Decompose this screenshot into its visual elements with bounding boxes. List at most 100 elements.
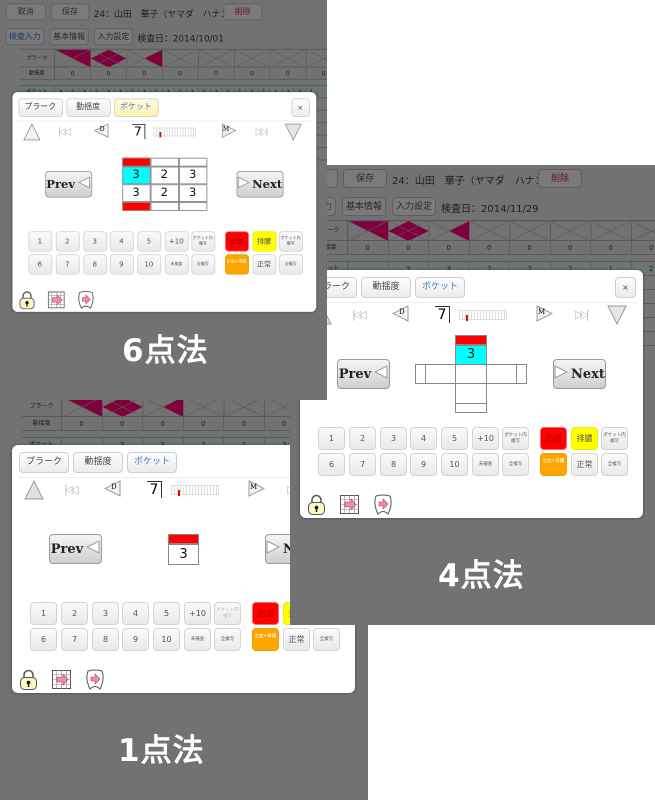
pus-button[interactable]: 排膿 <box>252 231 276 252</box>
key-4[interactable]: 4 <box>109 231 134 252</box>
tab-basic-info[interactable]: 基本情報 <box>342 197 386 216</box>
site-cell-bottom[interactable] <box>455 383 487 404</box>
mobility-cell[interactable]: 0 <box>632 241 655 255</box>
tab-basic-info[interactable]: 基本情報 <box>49 28 89 46</box>
not-examined-button[interactable]: 未検査 <box>184 628 211 651</box>
mobility-cell[interactable]: 0 <box>551 241 591 255</box>
site-cell[interactable]: 3 <box>121 166 151 185</box>
site-strip-bottom[interactable] <box>455 403 487 413</box>
mobility-cell[interactable]: 0 <box>62 417 103 431</box>
key-10[interactable]: 10 <box>136 254 161 275</box>
mobility-cell[interactable]: 0 <box>470 241 510 255</box>
tab-plaque[interactable]: プラーク <box>19 452 69 473</box>
not-examined-button[interactable]: 未検査 <box>472 453 499 476</box>
key-plus-10[interactable]: +10 <box>472 427 499 450</box>
lock-icon[interactable] <box>307 494 326 519</box>
site-strip-top[interactable] <box>150 157 179 167</box>
tab-input-settings[interactable]: 入力設定 <box>392 197 436 216</box>
plaque-tooth[interactable] <box>162 49 199 68</box>
copy-all-button[interactable]: 全複写 <box>214 628 241 651</box>
site-cell[interactable]: 2 <box>150 184 179 203</box>
site-cell[interactable]: 3 <box>168 544 199 565</box>
plaque-tooth[interactable] <box>102 397 144 417</box>
tab-mobility[interactable]: 動揺度 <box>361 277 411 298</box>
plaque-tooth[interactable] <box>142 397 184 417</box>
key-2[interactable]: 2 <box>55 231 80 252</box>
site-cell[interactable]: 2 <box>150 166 179 185</box>
skip-first-icon[interactable]: |◁◁ <box>352 308 367 321</box>
plaque-tooth[interactable] <box>348 221 389 241</box>
plaque-tooth[interactable] <box>234 49 271 68</box>
key-3[interactable]: 3 <box>82 231 107 252</box>
prev-button[interactable]: Prev <box>337 359 390 389</box>
bleeding-button[interactable]: 出血 <box>224 231 249 252</box>
plaque-tooth[interactable] <box>183 397 225 417</box>
mobility-cell[interactable]: 0 <box>510 241 551 255</box>
site-strip-top[interactable] <box>178 157 207 167</box>
key-6[interactable]: 6 <box>27 254 52 275</box>
mobility-cell[interactable]: 0 <box>184 417 224 431</box>
key-6[interactable]: 6 <box>318 453 345 476</box>
next-tooth-mesial-button[interactable]: M <box>221 123 237 139</box>
mobility-cell[interactable]: 0 <box>348 241 389 255</box>
plaque-tooth[interactable] <box>90 49 127 68</box>
tab-plaque[interactable]: プラーク <box>18 98 63 117</box>
tooth-map-indicator[interactable] <box>152 127 196 138</box>
plaque-tooth[interactable] <box>62 397 103 417</box>
not-examined-button[interactable]: 未検査 <box>164 254 189 275</box>
site-cell[interactable]: 3 <box>121 184 151 203</box>
key-1[interactable]: 1 <box>27 231 52 252</box>
bleeding-button[interactable]: 出血 <box>252 602 279 625</box>
key-7[interactable]: 7 <box>55 254 80 275</box>
chart-grid-icon[interactable] <box>52 670 71 693</box>
site-strip-right[interactable] <box>516 364 527 384</box>
close-button[interactable]: × <box>291 98 310 117</box>
copy-all-button[interactable]: 全複写 <box>502 453 529 476</box>
site-strip-top[interactable] <box>455 335 487 345</box>
save-button[interactable]: 保存 <box>343 169 387 188</box>
mobility-cell[interactable]: 0 <box>224 417 265 431</box>
next-quadrant-down-icon[interactable] <box>284 123 302 144</box>
key-plus-10[interactable]: +10 <box>184 602 211 625</box>
key-1[interactable]: 1 <box>30 602 57 625</box>
lock-icon[interactable] <box>19 669 38 694</box>
status-pocket-copy-button[interactable]: ポケット内複写 <box>278 231 303 252</box>
key-5[interactable]: 5 <box>441 427 468 450</box>
key-plus-10[interactable]: +10 <box>164 231 189 252</box>
lock-icon[interactable] <box>18 291 35 313</box>
plaque-tooth[interactable] <box>388 221 430 241</box>
plaque-tooth[interactable] <box>198 49 235 68</box>
next-tooth-mesial-button[interactable]: M <box>536 305 554 323</box>
plaque-tooth[interactable] <box>126 49 163 68</box>
key-4[interactable]: 4 <box>122 602 149 625</box>
site-cell-right[interactable] <box>486 364 517 384</box>
mobility-cell[interactable]: 0 <box>103 417 143 431</box>
key-2[interactable]: 2 <box>349 427 376 450</box>
key-10[interactable]: 10 <box>153 628 180 651</box>
prev-button[interactable]: Prev <box>49 534 102 564</box>
key-9[interactable]: 9 <box>109 254 134 275</box>
plaque-tooth[interactable] <box>550 221 592 241</box>
tab-exam-input[interactable]: 検査入力 <box>5 28 45 46</box>
previous-tooth-distal-button[interactable]: D <box>391 305 409 323</box>
status-copy-all-button[interactable]: 全複写 <box>278 254 303 275</box>
plaque-tooth[interactable] <box>631 221 655 241</box>
tooth-map-indicator[interactable] <box>171 485 219 496</box>
plaque-tooth[interactable] <box>428 221 470 241</box>
plaque-tooth[interactable] <box>269 49 307 68</box>
bleeding-pus-button[interactable]: 出血+排膿 <box>252 628 279 651</box>
key-3[interactable]: 3 <box>92 602 119 625</box>
plaque-tooth[interactable] <box>469 221 511 241</box>
site-cell-top[interactable]: 3 <box>455 345 487 365</box>
key-10[interactable]: 10 <box>441 453 468 476</box>
site-strip-bottom[interactable] <box>121 202 151 211</box>
status-copy-all-button[interactable]: 全複写 <box>313 628 340 651</box>
skip-first-icon[interactable]: |◁◁ <box>64 483 79 496</box>
tab-input-settings[interactable]: 入力設定 <box>93 28 133 46</box>
site-strip-top[interactable] <box>121 157 151 167</box>
delete-button[interactable]: 削除 <box>223 3 263 21</box>
site-cell-left[interactable] <box>425 364 456 384</box>
key-7[interactable]: 7 <box>61 628 88 651</box>
site-cell[interactable]: 3 <box>178 184 207 203</box>
copy-all-button[interactable]: 全複写 <box>190 254 215 275</box>
